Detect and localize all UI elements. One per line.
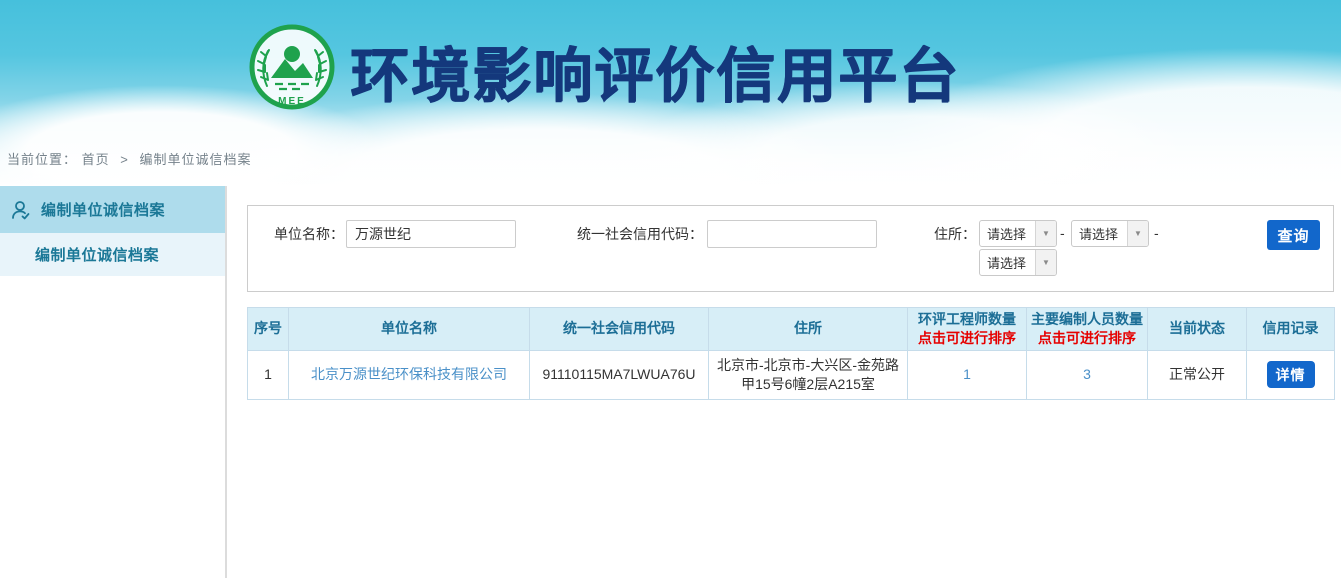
cell-company: 北京万源世纪环保科技有限公司 [289,350,530,399]
sidebar-item-label: 编制单位诚信档案 [35,244,159,265]
col-engineer-count-label: 环评工程师数量 [912,310,1022,329]
chevron-down-icon: ▼ [1127,221,1148,246]
breadcrumb: 当前位置： 首页 > 编制单位诚信档案 [7,149,252,168]
address-city-value: 请选择 [1072,224,1127,243]
breadcrumb-prefix: 当前位置： [7,152,77,167]
credit-code-input[interactable] [707,220,877,248]
cell-credit-code: 91110115MA7LWUA76U [530,350,709,399]
sidebar: 编制单位诚信档案 编制单位诚信档案 [0,186,227,578]
search-panel: 单位名称： 统一社会信用代码： 住所： 请选择 ▼ - 请选择 ▼ - 请选择 … [247,205,1334,292]
col-credit-code: 统一社会信用代码 [530,308,709,351]
cell-address: 北京市-北京市-大兴区-金苑路甲15号6幢2层A215室 [709,350,908,399]
col-engineer-count-sort[interactable]: 环评工程师数量 点击可进行排序 [908,308,1027,351]
address-dash-1: - [1060,220,1065,247]
address-city-select[interactable]: 请选择 ▼ [1071,220,1149,247]
chevron-down-icon: ▼ [1035,250,1056,275]
sort-hint: 点击可进行排序 [1031,329,1143,348]
person-check-icon [9,198,33,222]
address-province-select[interactable]: 请选择 ▼ [979,220,1057,247]
breadcrumb-separator: > [120,152,129,167]
site-title: 环境影响评价信用平台 [350,28,960,113]
company-name-input[interactable] [346,220,516,248]
staff-count-link[interactable]: 3 [1083,366,1091,382]
chevron-down-icon: ▼ [1035,221,1056,246]
address-district-select[interactable]: 请选择 ▼ [979,249,1057,276]
col-staff-count-label: 主要编制人员数量 [1031,310,1143,329]
address-district-value: 请选择 [980,253,1035,272]
logo-text: MEE [278,96,306,107]
breadcrumb-current: 编制单位诚信档案 [140,152,252,167]
cell-engineer-count: 1 [908,350,1027,399]
sidebar-item-credit-archive[interactable]: 编制单位诚信档案 [0,233,225,276]
mee-logo: MEE [248,22,336,112]
col-status: 当前状态 [1148,308,1247,351]
col-address: 住所 [709,308,908,351]
cell-credit-record: 详情 [1247,350,1335,399]
col-staff-count-sort[interactable]: 主要编制人员数量 点击可进行排序 [1027,308,1148,351]
sort-hint: 点击可进行排序 [912,329,1022,348]
detail-button[interactable]: 详情 [1267,361,1315,388]
query-button[interactable]: 查询 [1267,220,1320,250]
company-detail-link[interactable]: 北京万源世纪环保科技有限公司 [311,366,507,382]
cell-index: 1 [248,350,289,399]
address-dash-2: - [1154,220,1159,247]
sidebar-section-credit-archive[interactable]: 编制单位诚信档案 [0,186,225,233]
header-banner: MEE 环境影响评价信用平台 当前位置： 首页 > 编制单位诚信档案 [0,0,1341,186]
col-index: 序号 [248,308,289,351]
table-header-row: 序号 单位名称 统一社会信用代码 住所 环评工程师数量 点击可进行排序 主要编制… [248,308,1335,351]
results-table: 序号 单位名称 统一社会信用代码 住所 环评工程师数量 点击可进行排序 主要编制… [247,307,1335,400]
engineer-count-link[interactable]: 1 [963,366,971,382]
cell-status: 正常公开 [1148,350,1247,399]
table-row: 1 北京万源世纪环保科技有限公司 91110115MA7LWUA76U 北京市-… [248,350,1335,399]
credit-code-label: 统一社会信用代码： [548,220,703,248]
col-company: 单位名称 [289,308,530,351]
company-name-label: 单位名称： [262,220,344,248]
address-label: 住所： [896,220,976,248]
address-province-value: 请选择 [980,224,1035,243]
cell-staff-count: 3 [1027,350,1148,399]
sidebar-section-label: 编制单位诚信档案 [41,199,165,220]
logo-sun-icon [284,46,300,62]
col-credit-record: 信用记录 [1247,308,1335,351]
breadcrumb-home-link[interactable]: 首页 [82,152,110,167]
